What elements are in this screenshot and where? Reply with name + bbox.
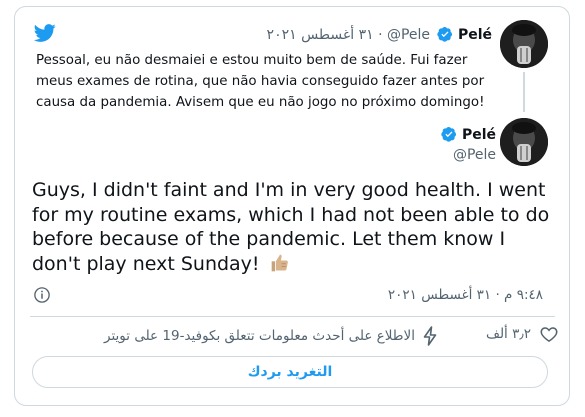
covid-link-text[interactable]: الاطلاع على أحدث معلومات تتعلق بكوفيد-19…: [104, 328, 415, 344]
thumbs-up-emoji: [271, 254, 288, 271]
header-separator: ·: [378, 27, 383, 43]
avatar-main[interactable]: [500, 118, 548, 166]
thread-connector-line: [523, 72, 525, 112]
action-bar: ٣٫٢ ألف الاطلاع على أحدث معلومات تتعلق ب…: [0, 322, 585, 350]
action-divider: [30, 316, 555, 317]
quoted-tweet-date[interactable]: ٣١ أغسطس ٢٠٢١: [267, 27, 374, 43]
reply-button[interactable]: التغريد بردك: [32, 356, 548, 388]
avatar-quoted[interactable]: [500, 20, 548, 68]
quoted-tweet-header: ٣١ أغسطس ٢٠٢١ · @Pele Pelé: [267, 26, 492, 43]
like-count: ٣٫٢ ألف: [485, 326, 531, 342]
lightning-bolt-icon: [423, 326, 437, 346]
quoted-handle[interactable]: @Pele: [387, 27, 430, 43]
main-author-name[interactable]: Pelé: [462, 127, 496, 143]
quoted-tweet-text: Pessoal, eu não desmaiei e estou muito b…: [36, 53, 485, 110]
heart-icon[interactable]: [539, 324, 559, 344]
tweet-timestamp[interactable]: ٩:٤٨ م · ٣١ أغسطس ٢٠٢١: [388, 287, 543, 303]
info-icon[interactable]: [33, 286, 51, 304]
covid-info-link[interactable]: الاطلاع على أحدث معلومات تتعلق بكوفيد-19…: [104, 326, 437, 346]
main-handle[interactable]: @Pele: [453, 147, 496, 163]
main-author-name-row[interactable]: Pelé: [438, 126, 496, 143]
like-action[interactable]: ٣٫٢ ألف: [486, 324, 559, 344]
quoted-author-name[interactable]: Pelé: [458, 27, 492, 43]
verified-badge-icon: [441, 127, 457, 142]
main-tweet-text-block: Guys, I didn't faint and I'm in very goo…: [32, 178, 557, 276]
main-tweet-text: Guys, I didn't faint and I'm in very goo…: [32, 179, 550, 275]
verified-badge-icon: [437, 27, 453, 42]
twitter-logo-icon[interactable]: [32, 22, 58, 44]
